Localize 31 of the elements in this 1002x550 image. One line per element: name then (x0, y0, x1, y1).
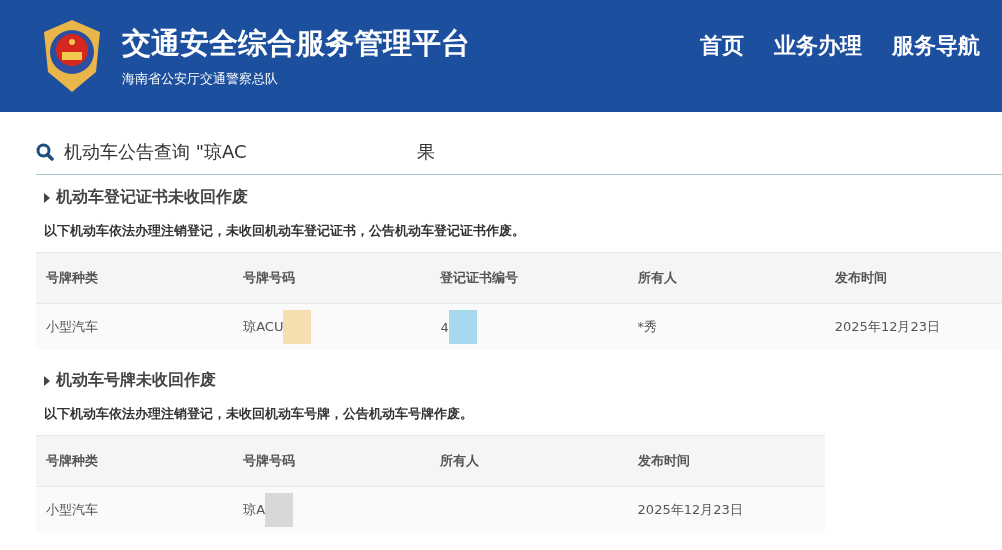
nav-link[interactable]: 服务导航 (892, 30, 980, 64)
column-header: 所有人 (637, 269, 677, 287)
column-header: 发布时间 (637, 452, 690, 470)
nav-link[interactable]: 业务办理 (774, 30, 862, 64)
section-description: 以下机动车依法办理注销登记，未收回机动车登记证书，公告机动车登记证书作废。 (44, 222, 526, 240)
table-cell: 小型汽车 (46, 318, 98, 336)
column-header: 登记证书编号 (440, 269, 519, 287)
nav-link[interactable]: 首页 (700, 30, 744, 64)
caret-icon (44, 375, 50, 386)
column-header: 号牌种类 (46, 452, 98, 470)
column-header: 号牌号码 (243, 269, 296, 287)
table-cell: 2025年12月23日 (834, 318, 940, 336)
table-cell: 2025年12月23日 (637, 501, 743, 519)
column-header: 号牌种类 (46, 269, 98, 287)
caret-icon (44, 192, 50, 203)
column-header: 发布时间 (834, 269, 887, 287)
table-cell: 琼ACU (243, 318, 284, 336)
site-subtitle: 海南省公安厅交通警察总队 (122, 70, 279, 88)
search-icon (36, 143, 54, 161)
search-heading: 机动车公告查询 "琼AC (64, 140, 247, 164)
table-cell: *秀 (637, 318, 658, 336)
table-cell: 琼A (243, 501, 266, 519)
section-title: 机动车登记证书未收回作废 (56, 187, 248, 208)
table-cell: 4 (440, 319, 449, 335)
section-description: 以下机动车依法办理注销登记，未收回机动车号牌，公告机动车号牌作废。 (44, 405, 474, 423)
section-title: 机动车号牌未收回作废 (56, 370, 216, 391)
column-header: 所有人 (440, 452, 480, 470)
search-heading: 果 (416, 140, 435, 164)
column-header: 号牌号码 (243, 452, 296, 470)
table-cell: 小型汽车 (46, 501, 98, 519)
site-title: 交通安全综合服务管理平台 (122, 25, 471, 62)
